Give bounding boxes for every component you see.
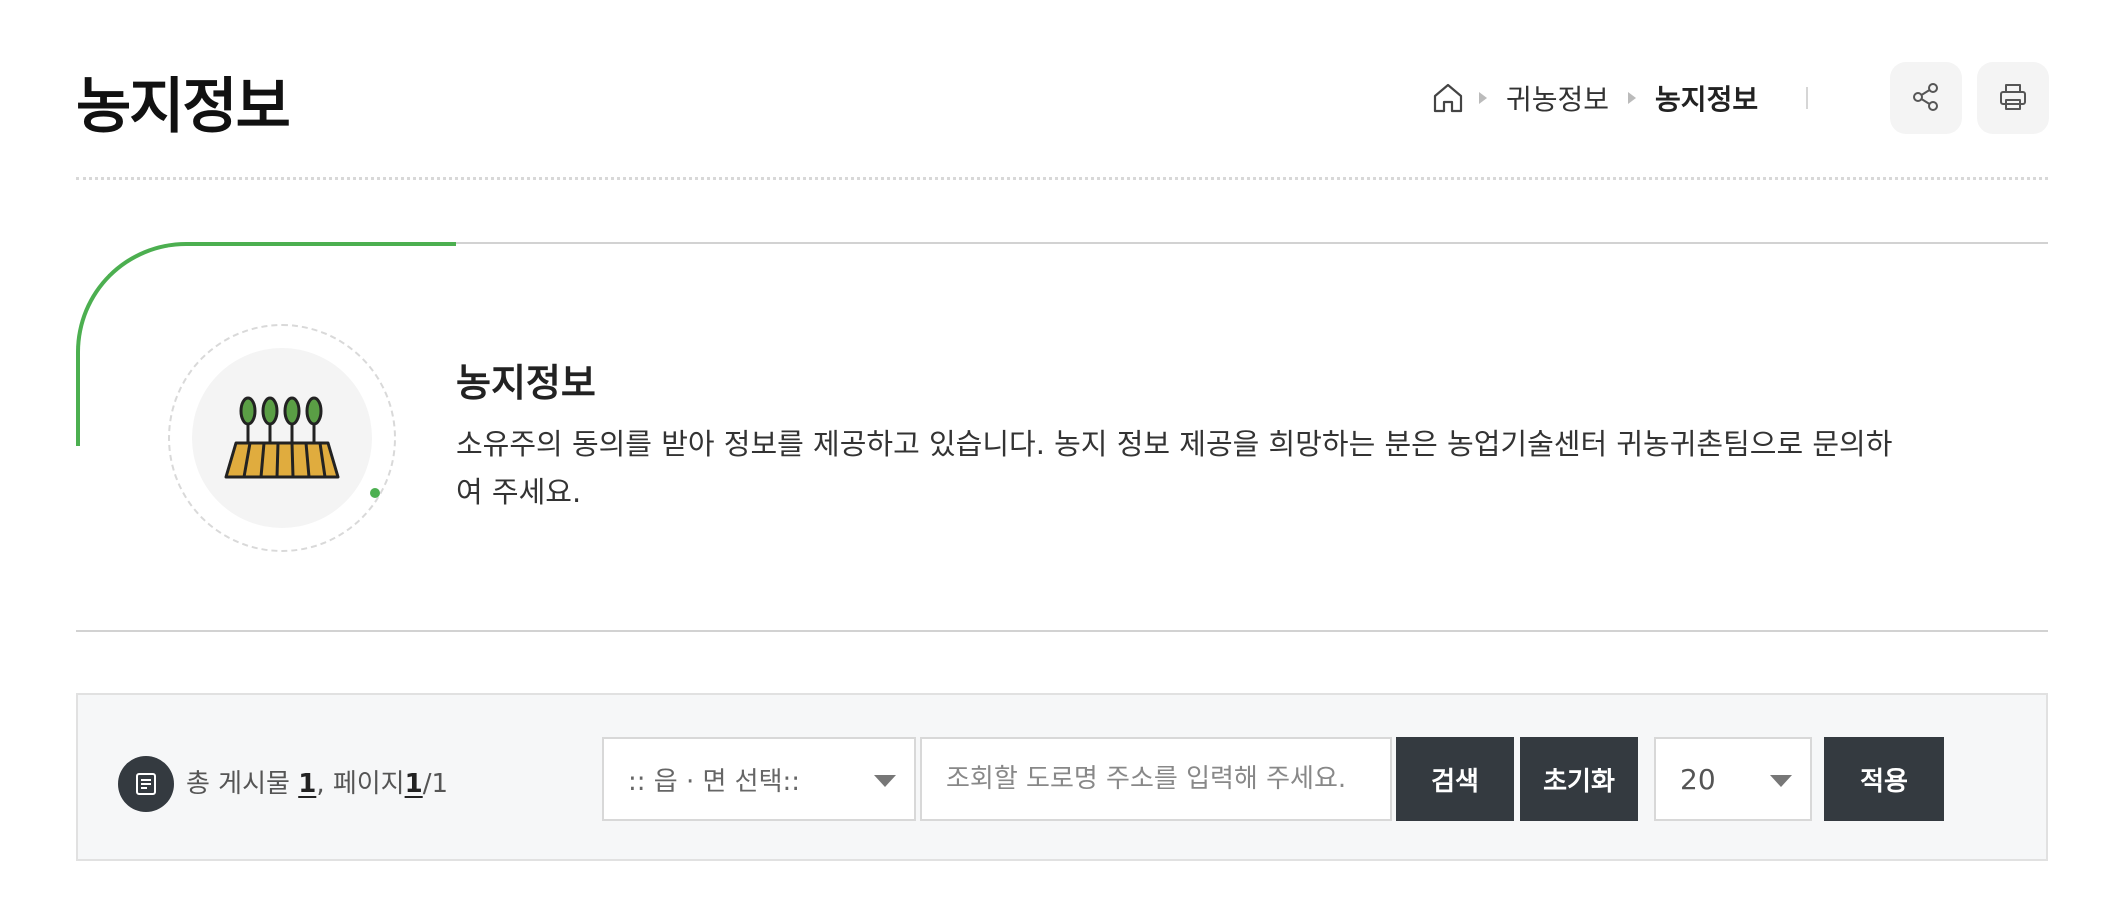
address-search-input[interactable] bbox=[920, 737, 1392, 821]
intro-bottom-line bbox=[76, 630, 2048, 632]
farmland-icon bbox=[222, 391, 342, 485]
intro-icon-background bbox=[192, 348, 372, 528]
document-list-icon bbox=[118, 756, 174, 812]
intro-box: 농지정보 소유주의 동의를 받아 정보를 제공하고 있습니다. 농지 정보 제공… bbox=[76, 242, 2048, 632]
breadcrumb-item-farmland-info[interactable]: 농지정보 bbox=[1647, 78, 1766, 118]
breadcrumb-divider bbox=[1806, 87, 1809, 109]
print-button[interactable] bbox=[1977, 62, 2049, 134]
page-total: /1 bbox=[422, 769, 449, 799]
total-count-text: 총 게시물 1, 페이지1/1 bbox=[186, 769, 449, 799]
intro-icon-ring bbox=[168, 324, 396, 552]
apply-button[interactable]: 적용 bbox=[1824, 737, 1944, 821]
search-bar: 총 게시물 1, 페이지1/1 :: 읍 · 면 선택:: 검색 초기화 20 … bbox=[76, 693, 2048, 861]
per-page-value: 20 bbox=[1680, 762, 1716, 796]
home-icon[interactable] bbox=[1428, 78, 1468, 118]
chevron-down-icon bbox=[874, 775, 896, 787]
chevron-down-icon bbox=[1770, 775, 1792, 787]
per-page-select[interactable]: 20 bbox=[1654, 737, 1812, 821]
print-icon bbox=[1997, 81, 2029, 116]
page-label: 페이지 bbox=[332, 769, 405, 799]
share-icon bbox=[1910, 81, 1942, 116]
intro-heading: 농지정보 bbox=[456, 361, 596, 405]
breadcrumb: 귀농정보 농지정보 bbox=[1428, 78, 1809, 118]
intro-top-line bbox=[456, 242, 2048, 244]
region-select[interactable]: :: 읍 · 면 선택:: bbox=[602, 737, 916, 821]
search-button[interactable]: 검색 bbox=[1396, 737, 1514, 821]
intro-description: 소유주의 동의를 받아 정보를 제공하고 있습니다. 농지 정보 제공을 희망하… bbox=[456, 427, 1893, 509]
breadcrumb-item-farm-info[interactable]: 귀농정보 bbox=[1498, 78, 1617, 118]
reset-button[interactable]: 초기화 bbox=[1520, 737, 1638, 821]
intro-accent-dot bbox=[370, 488, 380, 498]
chevron-right-icon bbox=[1617, 78, 1647, 118]
share-button[interactable] bbox=[1890, 62, 1962, 134]
total-count: 1 bbox=[298, 769, 317, 799]
total-label: 총 게시물 bbox=[186, 769, 290, 799]
page-current: 1 bbox=[404, 769, 423, 799]
chevron-right-icon bbox=[1468, 78, 1498, 118]
page-title: 농지정보 bbox=[76, 72, 291, 142]
region-select-value: :: 읍 · 면 선택:: bbox=[628, 766, 801, 797]
header-divider bbox=[76, 177, 2048, 180]
